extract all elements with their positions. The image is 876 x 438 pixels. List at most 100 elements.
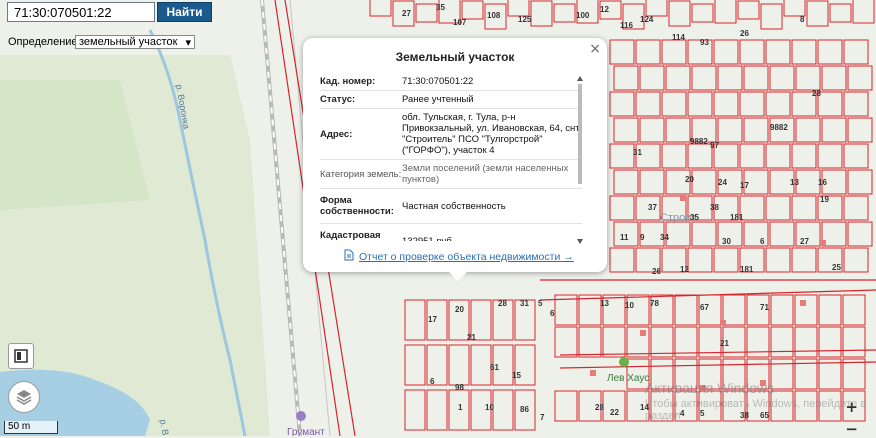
search-button[interactable]: Найти	[157, 2, 212, 22]
poi-lev-icon[interactable]	[619, 357, 629, 367]
parcel-number: 107	[453, 18, 467, 27]
zoom-out-button[interactable]: −	[845, 420, 858, 438]
parcel-number: 28	[498, 299, 507, 308]
poi-lev-label: Лев Хаус	[607, 373, 649, 384]
parcel-number: 124	[640, 15, 654, 24]
parcel-number: 35	[436, 3, 445, 12]
scale-bar: 50 m	[4, 421, 58, 434]
parcel-number: 20	[455, 305, 464, 314]
poi-grumant-label: Грумант	[287, 427, 325, 436]
close-icon[interactable]: ×	[589, 41, 601, 57]
parcel-number: 30	[722, 237, 731, 246]
info-value: Частная собственность	[402, 200, 506, 212]
parcel-number: 5	[538, 299, 543, 308]
windows-watermark: Активация Windows	[645, 380, 775, 396]
info-value: 71:30:070501:22	[402, 76, 474, 87]
report-link[interactable]: Отчет о проверке объекта недвижимости →	[344, 249, 574, 264]
parcel-number: 9882	[770, 123, 788, 132]
parcel-number: 93	[700, 38, 709, 47]
parcel-number: 35	[690, 213, 699, 222]
info-key: Статус:	[320, 94, 356, 105]
parcel-number: 10	[625, 301, 634, 310]
document-icon	[344, 249, 354, 264]
parcel-number: 6	[550, 309, 555, 318]
building	[590, 370, 596, 376]
parcel-number: 24	[718, 178, 727, 187]
layers-icon	[16, 390, 32, 405]
popup-scrollbar[interactable]	[577, 76, 583, 244]
parcel-number: 31	[520, 299, 529, 308]
windows-watermark-sub: Чтобы активировать Windows, перейдите в …	[645, 398, 867, 422]
parcel-number: 61	[490, 363, 499, 372]
parcel-number: 71	[760, 303, 769, 312]
info-row: Статус: Ранее учтенный	[320, 91, 582, 109]
search-input[interactable]: 71:30:070501:22	[7, 2, 155, 22]
parcel-number: 21	[467, 333, 476, 342]
parcel-number: 10	[485, 403, 494, 412]
parcel-number: 11	[620, 233, 629, 242]
parcel-number: 78	[650, 299, 659, 308]
parcel-number: 97	[710, 141, 719, 150]
parcel-number: 6	[760, 237, 765, 246]
parcel-number: 100	[576, 11, 590, 20]
parcel-number: 26	[652, 267, 661, 276]
parcel-number: 27	[402, 9, 411, 18]
info-value: Земли поселений (земли населенных пункто…	[402, 163, 569, 185]
definition-label: Определение:	[8, 36, 81, 48]
parcel-number: 19	[820, 195, 829, 204]
layers-button[interactable]	[8, 381, 40, 413]
info-table: Кад. номер: 71:30:070501:22 Статус: Ранее у…	[320, 73, 582, 241]
building	[680, 195, 686, 201]
info-row: Кад. номер: 71:30:070501:22	[320, 73, 582, 91]
parcel-number: 31	[633, 148, 642, 157]
parcel-number: 116	[620, 21, 633, 30]
parcel-number: 7	[540, 413, 545, 422]
parcel-number: 108	[487, 11, 501, 20]
fullscreen-icon	[14, 349, 28, 363]
parcel-number: 6	[430, 377, 435, 386]
report-link-text: Отчет о проверке объекта недвижимости →	[359, 250, 574, 263]
parcel-number: 181	[740, 265, 754, 274]
building	[820, 240, 826, 246]
info-value: 132951 руб	[402, 235, 452, 242]
parcel-number: 125	[518, 15, 532, 24]
parcel-number: 86	[520, 405, 529, 414]
parcel-number: 20	[685, 175, 694, 184]
info-row: Категория земель: Земли поселений (земли …	[320, 160, 582, 189]
parcel-number: 15	[512, 371, 521, 380]
info-key: Категория земель:	[320, 168, 402, 180]
poi-grumant-icon[interactable]	[296, 411, 306, 421]
info-key: Кадастровая стоимость:	[320, 230, 381, 241]
info-row: Кадастровая стоимость: 132951 руб	[320, 224, 582, 241]
building	[640, 330, 646, 336]
parcel-number: 16	[818, 178, 827, 187]
info-value: Ранее учтенный	[402, 94, 474, 105]
parcel-number: 181	[730, 213, 744, 222]
parcel-number: 12	[600, 5, 609, 14]
parcel-number: 13	[790, 178, 799, 187]
parcel-number: 17	[428, 315, 437, 324]
parcel-number: 38	[710, 203, 719, 212]
parcel-popup: Земельный участок × Кад. номер: 71:30:070…	[303, 38, 607, 281]
parcel-number: 28	[812, 89, 821, 98]
parcel-number: 114	[672, 33, 685, 42]
definition-selected: земельный участок	[79, 36, 178, 48]
parcel-number: 98	[455, 383, 464, 392]
info-value: обл. Тульская, г. Тула, р-н Привокзальны…	[402, 112, 580, 156]
parcel-number: 26	[740, 29, 749, 38]
parcel-number: 28	[595, 403, 604, 412]
popup-title: Земельный участок	[395, 50, 515, 64]
parcel-number: 34	[660, 233, 669, 242]
fullscreen-button[interactable]	[8, 343, 34, 369]
parcel-number: 67	[700, 303, 709, 312]
chevron-down-icon: ▾	[185, 36, 191, 49]
parcel-number: 8	[800, 15, 805, 24]
parcel-number: 1	[458, 403, 463, 412]
info-key: Адрес:	[320, 128, 353, 140]
info-row: Адрес: обл. Тульская, г. Тула, р-н Привок…	[320, 109, 582, 160]
parcel-number: 17	[740, 181, 749, 190]
definition-select[interactable]: земельный участок ▾	[75, 35, 195, 49]
zoom-in-button[interactable]: +	[845, 398, 858, 416]
building	[800, 300, 806, 306]
info-row: Форма собственности: Частная собственност…	[320, 189, 582, 224]
